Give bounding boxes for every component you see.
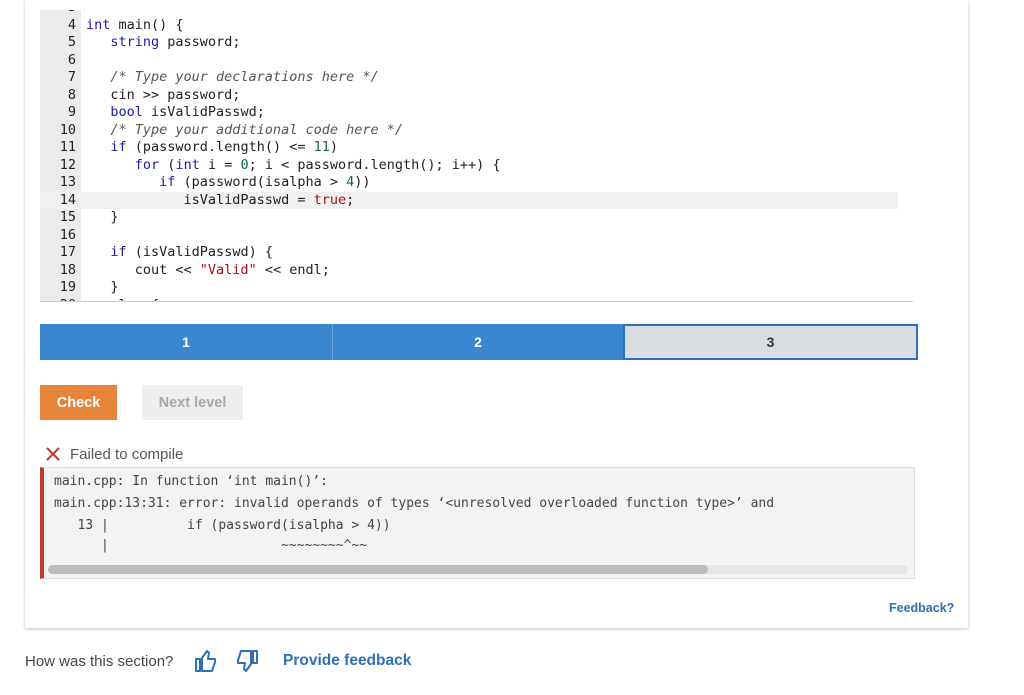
level-progress: 1 2 3 xyxy=(40,324,918,362)
line-number: 17 xyxy=(59,244,76,260)
line-number: 5 xyxy=(67,34,76,50)
next-level-button[interactable]: Next level xyxy=(142,385,243,420)
compile-status: Failed to compile xyxy=(44,445,183,463)
code-line[interactable]: 20 else { xyxy=(40,297,898,302)
output-scrollbar[interactable] xyxy=(48,565,708,574)
code-line[interactable]: 10 /* Type your additional code here */ xyxy=(40,122,898,140)
code-line[interactable]: 6 xyxy=(40,52,898,70)
line-number: 9 xyxy=(67,104,76,120)
code-text: bool isValidPasswd; xyxy=(110,104,265,120)
level-2-label: 2 xyxy=(474,334,482,350)
code-line[interactable]: 5 string password; xyxy=(40,34,898,52)
code-text: if (password(isalpha > 4)) xyxy=(159,174,371,190)
provide-feedback-link[interactable]: Provide feedback xyxy=(283,652,411,670)
level-3-label: 3 xyxy=(766,334,775,350)
thumbs-down-icon[interactable] xyxy=(235,649,259,673)
code-text: int main() { xyxy=(86,16,184,33)
output-line: 13 | if (password(isalpha > 4)) xyxy=(54,518,391,533)
code-text: } xyxy=(86,209,119,225)
line-number: 12 xyxy=(59,156,76,173)
code-line[interactable]: 19 } xyxy=(40,279,898,297)
line-number: 16 xyxy=(59,226,76,243)
line-number: 4 xyxy=(67,16,76,33)
level-2-segment[interactable]: 2 xyxy=(332,324,623,360)
line-number: 19 xyxy=(59,279,76,295)
output-line: main.cpp:13:31: error: invalid operands … xyxy=(54,496,775,511)
code-text: /* Type your additional code here */ xyxy=(86,121,403,138)
code-text: } xyxy=(86,279,119,295)
code-line[interactable]: 15 } xyxy=(40,209,898,227)
line-number: 20 xyxy=(40,297,76,302)
compile-status-text: Failed to compile xyxy=(70,445,184,463)
code-text: else { xyxy=(86,297,159,302)
code-line[interactable]: 18 cout << "Valid" << endl; xyxy=(40,262,898,280)
line-number: 8 xyxy=(67,86,76,103)
code-line[interactable]: 9 bool isValidPasswd; xyxy=(40,104,898,122)
code-text: if (password.length() <= 11) xyxy=(110,139,338,155)
line-number: 15 xyxy=(59,209,76,225)
code-line[interactable]: 8 cin >> password; xyxy=(40,87,898,105)
line-number: 11 xyxy=(59,139,76,155)
code-line[interactable]: 4 int main() { xyxy=(40,17,898,35)
code-line[interactable]: 12 for (int i = 0; i < password.length()… xyxy=(40,157,898,175)
code-text: /* Type your declarations here */ xyxy=(86,69,379,85)
output-line: main.cpp: In function ‘int main()’: xyxy=(54,474,328,489)
section-rating-question: How was this section? xyxy=(25,653,174,670)
code-line[interactable]: 13 if (password(isalpha > 4)) xyxy=(40,174,898,192)
line-number: 13 xyxy=(59,174,76,190)
line-number: 10 xyxy=(59,121,76,138)
code-line[interactable]: 11 if (password.length() <= 11) xyxy=(40,139,898,157)
check-button[interactable]: Check xyxy=(40,385,117,420)
compiler-output: main.cpp: In function ‘int main()’: main… xyxy=(40,467,915,579)
line-number: 18 xyxy=(59,261,76,278)
code-text: for (int i = 0; i < password.length(); i… xyxy=(134,156,501,173)
output-line: | ~~~~~~~~^~~ xyxy=(54,538,368,553)
code-line[interactable]: 17 if (isValidPasswd) { xyxy=(40,244,898,262)
code-text: if (isValidPasswd) { xyxy=(110,244,273,260)
code-text: string password; xyxy=(110,34,241,50)
line-number: 6 xyxy=(67,51,76,68)
code-line[interactable]: 7 /* Type your declarations here */ xyxy=(40,69,898,87)
code-text: cin >> password; xyxy=(86,86,241,103)
code-line[interactable]: 16 xyxy=(40,227,898,245)
level-1-segment[interactable]: 1 xyxy=(40,324,332,360)
level-1-label: 1 xyxy=(182,334,190,350)
feedback-link[interactable]: Feedback? xyxy=(889,601,954,615)
code-text: isValidPasswd = true; xyxy=(86,191,355,208)
level-3-segment[interactable]: 3 xyxy=(623,324,918,360)
thumbs-up-icon[interactable] xyxy=(194,649,218,673)
line-number: 14 xyxy=(59,191,76,208)
line-number: 7 xyxy=(67,69,76,85)
code-line[interactable]: 14 isValidPasswd = true; xyxy=(40,191,898,209)
code-text: cout << "Valid" << endl; xyxy=(86,261,330,278)
close-icon xyxy=(46,447,60,461)
code-editor[interactable]: 34int main() {5 string password;67 /* Ty… xyxy=(40,10,913,302)
